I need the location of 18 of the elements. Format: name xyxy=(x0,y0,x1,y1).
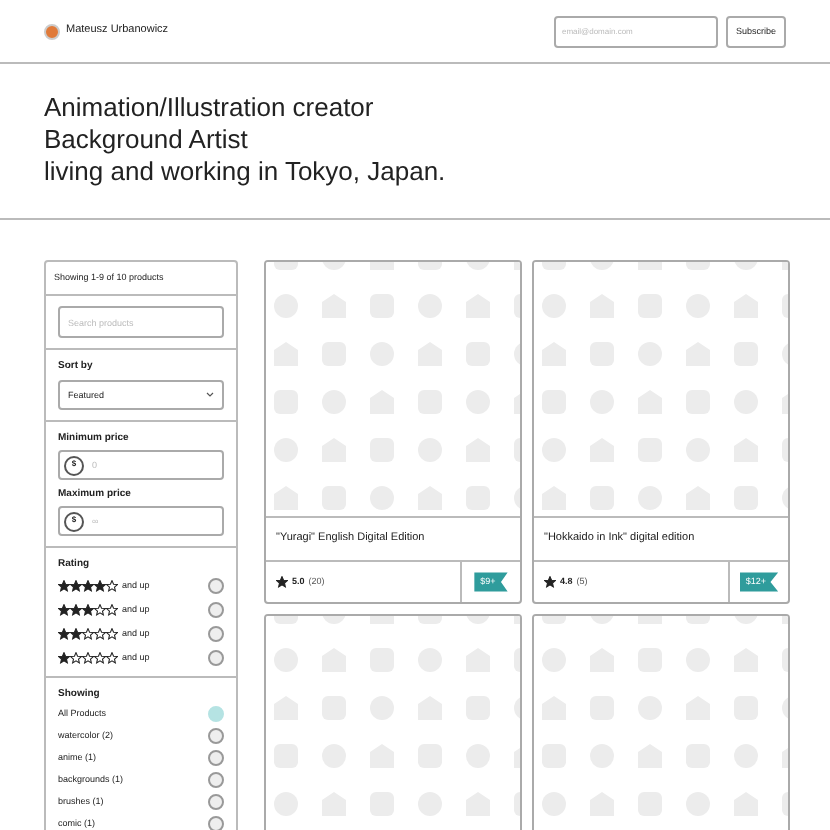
star-icon xyxy=(544,576,556,588)
radio-button[interactable] xyxy=(208,794,224,810)
radio-button[interactable] xyxy=(208,650,224,666)
radio-button[interactable] xyxy=(208,750,224,766)
radio-button[interactable] xyxy=(208,816,224,830)
hero-text: Background Artist xyxy=(44,124,250,156)
radio-button[interactable] xyxy=(208,578,224,594)
star-icon xyxy=(58,652,70,664)
hero-text: living and working in Tokyo, Japan. xyxy=(44,156,448,188)
radio-button[interactable] xyxy=(208,772,224,788)
chevron-icon xyxy=(206,392,214,398)
radio-button[interactable] xyxy=(208,626,224,642)
radio-button[interactable] xyxy=(208,728,224,744)
logo-icon xyxy=(44,23,60,39)
hero-text: Animation/Illustration creator xyxy=(44,92,376,124)
radio-button[interactable] xyxy=(208,602,224,618)
star-outline-icon xyxy=(106,580,118,592)
star-icon xyxy=(276,576,288,588)
